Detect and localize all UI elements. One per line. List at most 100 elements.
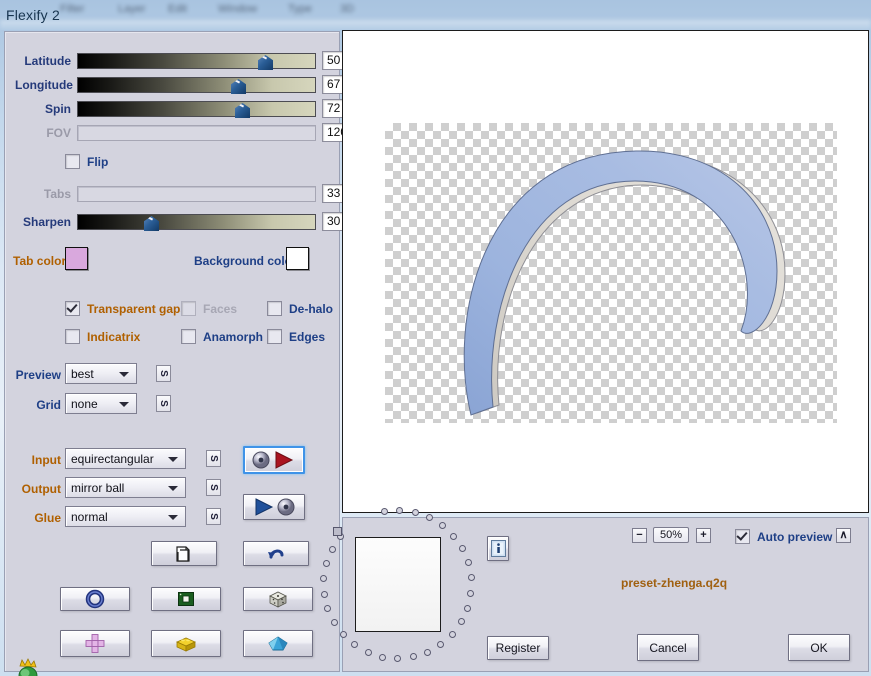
s-glyph: S (207, 484, 219, 491)
slider-knob-spin[interactable] (235, 103, 250, 118)
slider-track-longitude[interactable] (77, 77, 316, 94)
ring-dot[interactable] (424, 648, 432, 656)
register-button[interactable]: Register (487, 636, 549, 660)
auto-preview-checkbox[interactable]: Auto preview (735, 529, 832, 544)
flaming-pear-logo (13, 658, 47, 676)
ok-button-label: OK (810, 640, 828, 655)
checkbox-box[interactable] (267, 301, 282, 316)
checkbox-box[interactable] (735, 529, 750, 544)
ring-dot[interactable] (330, 619, 338, 627)
output-settings-button[interactable]: S (206, 479, 221, 496)
option-edges[interactable]: Edges (267, 329, 325, 344)
option-label: Anamorph (203, 329, 263, 344)
zoom-in-button[interactable]: + (696, 528, 711, 543)
crescent-preview-image (463, 150, 786, 416)
checkbox-box[interactable] (65, 301, 80, 316)
ring-dot[interactable] (411, 509, 419, 517)
preview-settings-button[interactable]: S (156, 365, 171, 382)
ring-origin-handle[interactable] (333, 527, 342, 536)
cross-net-button[interactable] (60, 630, 130, 657)
slider-track-sharpen[interactable] (77, 214, 316, 231)
input-settings-button[interactable]: S (206, 450, 221, 467)
glue-select-value: normal (71, 510, 108, 524)
brick-button[interactable] (151, 630, 221, 657)
ring-dot[interactable] (381, 508, 389, 516)
blue-torus-icon (85, 589, 105, 609)
ring-dot[interactable] (448, 630, 456, 638)
tab-color-swatch[interactable] (65, 247, 88, 270)
ring-dot[interactable] (450, 532, 458, 540)
preview-select[interactable]: best (65, 363, 137, 384)
preview-select-value: best (71, 367, 94, 381)
flexify-dialog: Flexify 2 Latitude 50 Longitude 67 Spin … (0, 3, 871, 676)
option-indicatrix[interactable]: Indicatrix (65, 329, 140, 344)
input-select-value: equirectangular (71, 452, 154, 466)
slider-label: Tabs (43, 187, 71, 201)
grid-settings-button[interactable]: S (156, 395, 171, 412)
ring-dot[interactable] (464, 604, 472, 612)
checkbox-box[interactable] (267, 329, 282, 344)
save-settings-button[interactable] (243, 494, 305, 520)
load-settings-button[interactable] (243, 446, 305, 474)
option-de-halo[interactable]: De-halo (267, 301, 333, 316)
zoom-out-button[interactable]: − (632, 528, 647, 543)
cancel-button[interactable]: Cancel (637, 634, 699, 661)
s-glyph: S (157, 400, 169, 407)
checkbox-box[interactable] (65, 154, 80, 169)
green-chip-icon (178, 592, 194, 606)
flip-checkbox[interactable]: Flip (65, 154, 108, 169)
slider-track-latitude[interactable] (77, 53, 316, 70)
chevron-down-icon (119, 402, 129, 407)
chevron-down-icon (119, 372, 129, 377)
slider-row-tabs: Tabs 33 (15, 184, 350, 205)
preset-thumbnail[interactable] (355, 537, 441, 632)
slider-knob-sharpen[interactable] (144, 216, 159, 231)
ring-dot[interactable] (409, 653, 417, 661)
glue-select[interactable]: normal (65, 506, 186, 527)
ok-button[interactable]: OK (788, 634, 850, 661)
random-button[interactable] (243, 587, 313, 611)
slider-row-sharpen: Sharpen 30 (15, 212, 350, 233)
checkbox-box[interactable] (65, 329, 80, 344)
torus-button[interactable] (60, 587, 130, 611)
output-select[interactable]: mirror ball (65, 477, 186, 498)
output-select-value: mirror ball (71, 481, 125, 495)
pages-icon (176, 545, 190, 562)
chip-button[interactable] (151, 587, 221, 611)
checkbox-box (181, 301, 196, 316)
undo-button[interactable] (243, 541, 309, 566)
slider-track-spin[interactable] (77, 101, 316, 118)
preset-filename-wrap: preset-zhenga.q2q (621, 576, 727, 590)
ring-dot[interactable] (328, 546, 336, 554)
option-label: De-halo (289, 301, 334, 316)
ring-dot[interactable] (320, 590, 328, 598)
background-color-swatch[interactable] (286, 247, 309, 270)
info-icon (490, 540, 506, 557)
grid-select[interactable]: none (65, 393, 137, 414)
ring-dot[interactable] (364, 648, 372, 656)
option-anamorph[interactable]: Anamorph (181, 329, 263, 344)
zoom-level-value[interactable]: 50% (653, 527, 689, 543)
collapse-panel-button[interactable]: ∧ (836, 528, 851, 543)
checkbox-box[interactable] (181, 329, 196, 344)
slider-label: Spin (45, 102, 71, 116)
ring-dot[interactable] (379, 653, 387, 661)
blue-arrow-disc-icon (255, 498, 295, 516)
glue-settings-button[interactable]: S (206, 508, 221, 525)
disc-red-arrow-icon (252, 451, 294, 469)
gem-button[interactable] (243, 630, 313, 657)
ring-dot[interactable] (458, 545, 466, 553)
info-button[interactable] (487, 536, 509, 561)
option-label: Faces (203, 301, 238, 316)
ring-dot[interactable] (467, 574, 475, 582)
option-transparent-gaps[interactable]: Transparent gaps (65, 301, 187, 316)
input-select[interactable]: equirectangular (65, 448, 186, 469)
chevron-down-icon (168, 457, 178, 462)
copy-button[interactable] (151, 541, 217, 566)
flip-label: Flip (87, 154, 109, 169)
pink-cross-net-icon (85, 633, 105, 653)
slider-knob-longitude[interactable] (231, 79, 246, 94)
controls-panel: Latitude 50 Longitude 67 Spin 72 FOV 120 (4, 31, 350, 676)
preview-canvas[interactable] (342, 30, 869, 513)
slider-knob-latitude[interactable] (258, 55, 273, 70)
